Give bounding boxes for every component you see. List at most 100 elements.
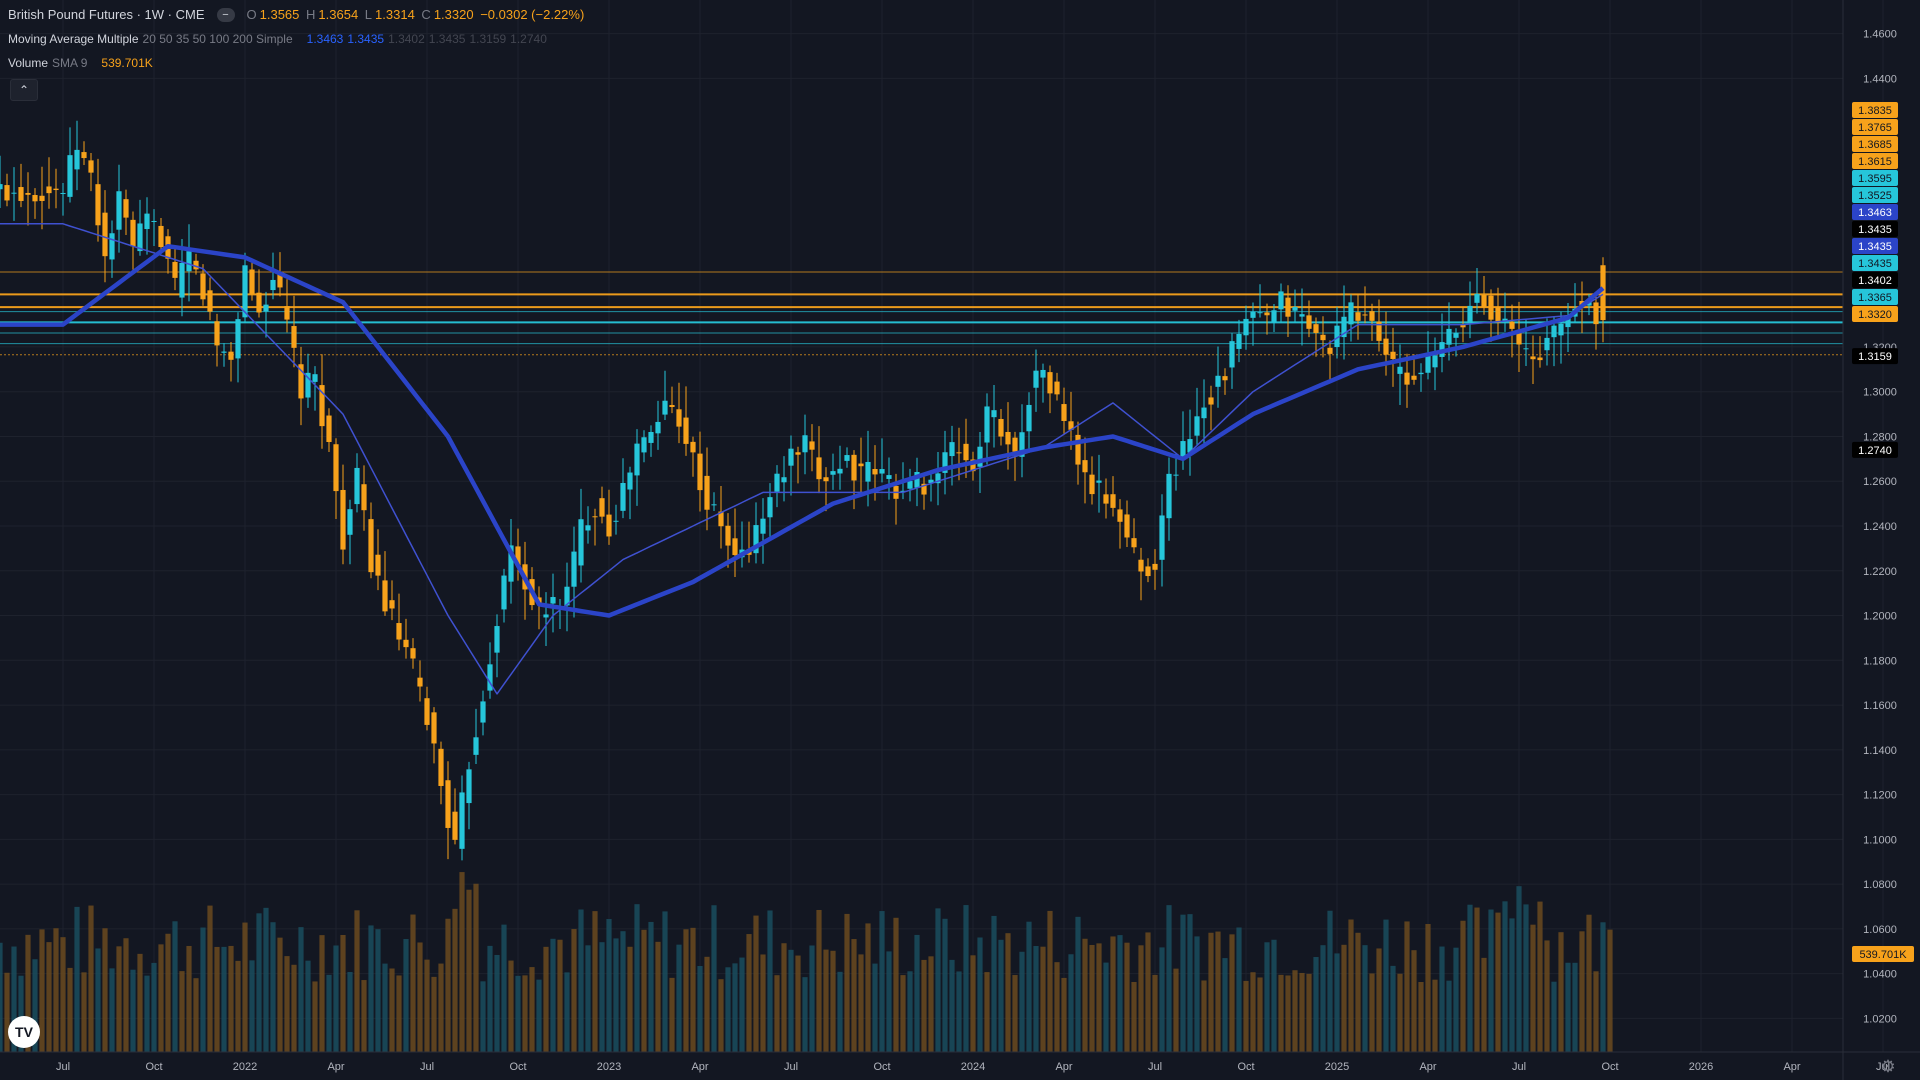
volume-bar [655,941,661,1052]
candle-body [382,580,388,612]
candle-body [354,467,360,505]
volume-bar [1131,981,1137,1052]
volume-bar [1502,901,1508,1052]
volume-bar [347,971,353,1052]
volume-bar [858,954,864,1052]
volume-indicator-name[interactable]: Volume [8,56,48,70]
volume-bar [1467,904,1473,1052]
candle-body [1271,310,1277,323]
candle-body [466,769,472,804]
volume-bar [1397,973,1403,1052]
price-label-text: 1.3595 [1858,173,1892,185]
volume-bar [1103,962,1109,1052]
volume-bar [389,968,395,1052]
volume-bar [774,975,780,1052]
ma-value-4: 1.3435 [428,32,466,46]
hide-indicators-icon[interactable]: − [216,7,235,22]
candle-body [788,448,794,466]
candle-body [1495,307,1501,323]
time-tick-label: 2025 [1325,1061,1349,1073]
price-tick-label: 1.2400 [1863,521,1897,533]
volume-bar [515,975,521,1052]
volume-bar [648,921,654,1052]
volume-bar [179,971,185,1052]
candle-body [781,477,787,483]
candle-body [1005,431,1011,445]
volume-bar [1201,980,1207,1052]
candle-body [956,452,962,454]
volume-bar [81,972,87,1052]
volume-bar [193,978,199,1052]
candle-body [46,186,52,194]
chart-background [0,0,1920,1080]
price-chart[interactable]: 1.46001.44001.32001.30001.28001.26001.24… [0,0,1920,1080]
candle-body [998,418,1004,437]
candle-body [270,279,276,291]
price-label-text: 1.3435 [1858,258,1892,270]
volume-bar [1187,914,1193,1052]
open-value: 1.3565 [259,7,300,22]
volume-bar [1026,921,1032,1052]
volume-bar [1082,938,1088,1052]
volume-bar [1271,939,1277,1052]
volume-bar [88,905,94,1052]
tradingview-logo[interactable]: TV [8,1016,40,1048]
candle-body [704,475,710,510]
volume-bar [872,963,878,1052]
time-tick-label: 2024 [961,1061,985,1073]
time-scale: Jul Oct 2022 Apr Jul Oct 2023 Apr Jul Oct 2024 Apr J… [56,1061,1890,1073]
volume-bar [851,939,857,1052]
volume-bar [158,944,164,1052]
volume-bar [284,956,290,1052]
candle-body [1152,563,1158,570]
candle-body [1313,324,1319,333]
legend-main[interactable]: British Pound Futures · 1W · CME − O 1.35… [8,7,587,22]
volume-bar [1362,945,1368,1052]
candle-body [1306,315,1312,329]
candle-body [585,525,591,531]
ma-indicator-name[interactable]: Moving Average Multiple [8,32,139,46]
price-label-text: 1.3525 [1858,190,1892,202]
candle-body [613,520,619,522]
gear-icon[interactable]: ⚙ [1878,1057,1898,1077]
candle-body [396,623,402,640]
volume-bar [480,981,486,1052]
candle-body [837,468,843,474]
volume-bar [1194,936,1200,1052]
symbol-title[interactable]: British Pound Futures · 1W · CME [8,7,205,22]
candle-body [620,482,626,511]
volume-bar [522,975,528,1052]
volume-bar [914,934,920,1052]
volume-bar [634,904,640,1052]
candle-body [830,471,836,475]
volume-bar [676,944,682,1052]
candle-body [501,575,507,610]
candle-body [333,444,339,492]
candle-body [907,481,913,489]
volume-bar [326,974,332,1052]
volume-bar [571,929,577,1052]
candle-body [214,321,220,346]
volume-bar [1390,965,1396,1052]
volume-bar [1537,901,1543,1052]
volume-bar [235,960,241,1052]
candle-body [11,192,17,194]
time-tick-label: Oct [509,1061,526,1073]
price-label-text: 1.3320 [1858,309,1892,321]
volume-bar [816,909,822,1052]
legend-volume[interactable]: Volume SMA 9 539.701K [8,56,153,70]
collapse-legend-button[interactable]: ⌃ [10,79,38,101]
candle-body [116,191,122,230]
candle-body [1530,356,1536,360]
candle-body [1040,369,1046,378]
candle-body [1236,333,1242,349]
candle-body [1089,474,1095,495]
volume-bar [879,911,885,1052]
volume-bar [669,977,675,1052]
candle-body [1292,306,1298,311]
legend-ma[interactable]: Moving Average Multiple 20 50 35 50 100 … [8,32,547,46]
candle-body [102,212,108,257]
volume-bar [333,945,339,1052]
volume-bar [529,967,535,1052]
volume-bar [1376,948,1382,1052]
